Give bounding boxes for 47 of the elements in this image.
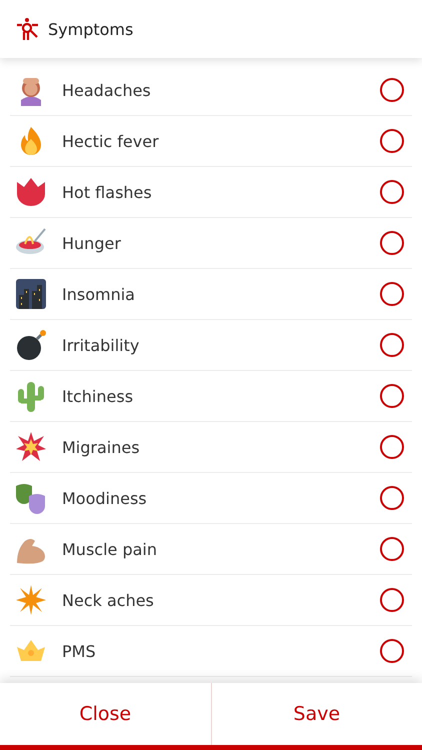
radio-button[interactable] — [380, 282, 404, 306]
radio-button[interactable] — [380, 486, 404, 510]
symptom-row[interactable]: Irritability — [10, 320, 412, 371]
radio-button[interactable] — [380, 231, 404, 255]
symptom-row[interactable]: Itchiness — [10, 371, 412, 422]
radio-button[interactable] — [380, 78, 404, 102]
symptom-label: Hectic fever — [62, 132, 160, 150]
radio-button[interactable] — [380, 333, 404, 357]
symptom-label: Irritability — [62, 336, 140, 354]
symptom-row[interactable]: Headaches — [10, 65, 412, 116]
symptom-label: Headaches — [62, 80, 152, 100]
screen-title: Symptoms — [48, 20, 134, 38]
bomb-icon — [15, 329, 47, 361]
star-icon — [15, 584, 47, 616]
radio-button[interactable] — [380, 384, 404, 408]
radio-button[interactable] — [380, 588, 404, 612]
symptom-label: Moodiness — [62, 488, 148, 508]
close-button[interactable]: Close — [0, 683, 210, 745]
symptom-row[interactable]: Insomnia — [10, 269, 412, 320]
radio-button[interactable] — [380, 537, 404, 561]
symptom-row[interactable]: Hectic fever — [10, 116, 412, 167]
symptom-row[interactable]: Migraines — [10, 422, 412, 473]
radio-button[interactable] — [380, 129, 404, 153]
save-button[interactable]: Save — [210, 683, 422, 745]
symptom-label: Muscle pain — [62, 540, 158, 558]
symptom-label: Neck aches — [62, 590, 155, 610]
radio-button[interactable] — [380, 180, 404, 204]
burst-icon — [15, 431, 47, 463]
figure-icon — [16, 16, 40, 42]
symptom-label: Insomnia — [62, 284, 136, 304]
radio-button[interactable] — [380, 435, 404, 459]
symptom-label: Hunger — [62, 234, 122, 252]
symptom-label: Itchiness — [62, 386, 134, 406]
symptom-label: Migraines — [62, 438, 141, 456]
symptom-row[interactable]: Neck aches — [10, 575, 412, 626]
symptom-label: PMS — [62, 642, 97, 660]
symptom-row[interactable]: Hot flashes — [10, 167, 412, 218]
flower-icon — [15, 176, 47, 208]
symptom-row[interactable]: PMS — [10, 626, 412, 677]
cactus-icon — [15, 380, 47, 412]
symptom-label: Hot flashes — [62, 182, 153, 202]
masks-icon — [15, 482, 47, 514]
symptom-row[interactable]: Hunger — [10, 218, 412, 269]
symptom-row[interactable]: Muscle pain — [10, 524, 412, 575]
symptom-row[interactable]: Moodiness — [10, 473, 412, 524]
radio-button[interactable] — [380, 639, 404, 663]
night-city-icon — [15, 278, 47, 310]
